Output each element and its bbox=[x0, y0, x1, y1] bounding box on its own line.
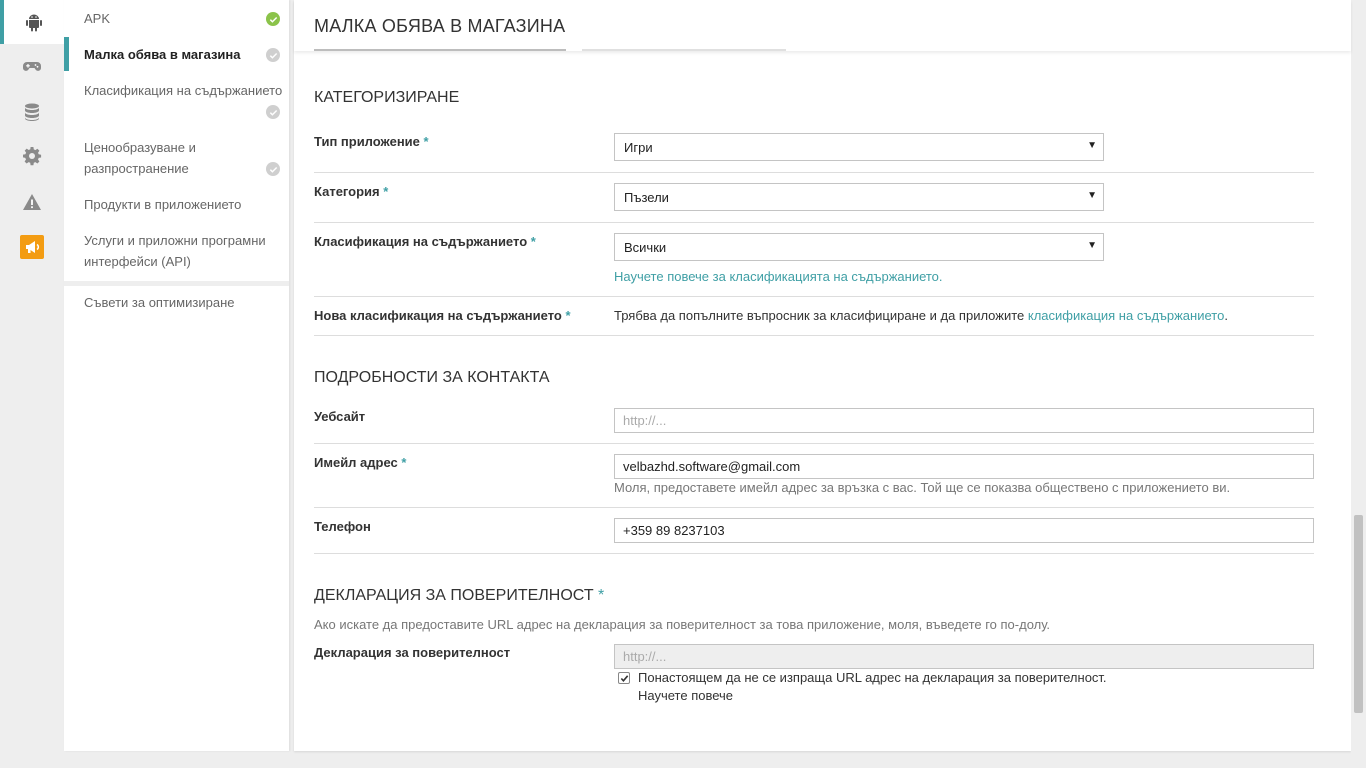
scrollbar-thumb[interactable] bbox=[1354, 515, 1363, 713]
no-privacy-url-checkbox[interactable] bbox=[618, 672, 630, 684]
rail-item-games[interactable] bbox=[0, 44, 64, 88]
app-type-label: Тип приложение * bbox=[314, 134, 429, 149]
store-presence-nav: APK Малка обява в магазина Класификация … bbox=[64, 0, 289, 751]
nav-divider bbox=[64, 281, 289, 286]
phone-input[interactable] bbox=[614, 518, 1314, 543]
row-divider bbox=[314, 443, 1314, 444]
language-tab-underline bbox=[314, 49, 566, 51]
new-content-rating-label: Нова класификация на съдържанието * bbox=[314, 308, 571, 323]
row-divider bbox=[314, 507, 1314, 508]
row-divider bbox=[314, 222, 1314, 223]
subnav-item-optimization-tips[interactable]: Съвети за оптимизиране bbox=[64, 292, 289, 313]
row-divider bbox=[314, 553, 1314, 554]
language-tab-underline bbox=[582, 49, 786, 51]
content-rating-value: Всички bbox=[624, 240, 667, 255]
subnav-item-apk[interactable]: APK bbox=[64, 8, 289, 29]
section-title-privacy: ДЕКЛАРАЦИЯ ЗА ПОВЕРИТЕЛНОСТ * bbox=[314, 587, 605, 604]
privacy-policy-label: Декларация за поверителност bbox=[314, 645, 511, 660]
page-header: МАЛКА ОБЯВА В МАГАЗИНА bbox=[294, 0, 1351, 51]
no-privacy-url-label: Понастоящем да не се изпраща URL адрес н… bbox=[638, 670, 1107, 685]
subnav-item-in-app-products[interactable]: Продукти в приложението bbox=[64, 194, 289, 215]
section-title-categorization: КАТЕГОРИЗИРАНЕ bbox=[314, 89, 460, 106]
privacy-learn-more-link[interactable]: Научете повече bbox=[638, 688, 733, 703]
subnav-item-label: Ценообразуване и разпространение bbox=[84, 140, 196, 176]
subnav-item-services-apis[interactable]: Услуги и приложни програмни интерфейси (… bbox=[64, 230, 289, 272]
icon-rail bbox=[0, 0, 64, 768]
gear-icon bbox=[23, 147, 42, 166]
content-rating-select[interactable]: Всички ▼ bbox=[614, 233, 1104, 261]
row-divider bbox=[314, 172, 1314, 173]
pending-check-icon bbox=[266, 48, 280, 62]
phone-label: Телефон bbox=[314, 519, 371, 534]
website-input[interactable] bbox=[614, 408, 1314, 433]
subnav-item-store-listing[interactable]: Малка обява в магазина bbox=[64, 37, 289, 71]
android-icon bbox=[26, 14, 42, 32]
category-select[interactable]: Пъзели ▼ bbox=[614, 183, 1104, 211]
page-scrollbar[interactable] bbox=[1351, 0, 1366, 768]
subnav-item-label: APK bbox=[84, 11, 111, 26]
subnav-item-content-rating[interactable]: Класификация на съдържанието bbox=[64, 80, 289, 101]
main-panel: МАЛКА ОБЯВА В МАГАЗИНА КАТЕГОРИЗИРАНЕ Ти… bbox=[294, 0, 1351, 751]
complete-check-icon bbox=[266, 12, 280, 26]
rail-item-settings[interactable] bbox=[0, 134, 64, 178]
section-title-contact: ПОДРОБНОСТИ ЗА КОНТАКТА bbox=[314, 369, 550, 386]
subnav-item-label: Съвети за оптимизиране bbox=[84, 295, 235, 310]
gamepad-icon bbox=[23, 62, 41, 71]
new-content-rating-text: Трябва да попълните въпросник за класифи… bbox=[614, 308, 1228, 323]
subnav-item-pricing[interactable]: Ценообразуване и разпространение bbox=[64, 137, 249, 179]
app-type-value: Игри bbox=[624, 140, 653, 155]
content-rating-link[interactable]: класификация на съдържанието bbox=[1028, 308, 1224, 323]
dropdown-arrow-icon: ▼ bbox=[1087, 240, 1097, 251]
app-type-select[interactable]: Игри ▼ bbox=[614, 133, 1104, 161]
checkmark-icon bbox=[620, 675, 629, 682]
pending-check-icon bbox=[266, 105, 280, 119]
content-rating-label: Класификация на съдържанието * bbox=[314, 234, 536, 249]
rail-item-apps[interactable] bbox=[0, 0, 64, 44]
privacy-policy-input[interactable] bbox=[614, 644, 1314, 669]
subnav-item-label: Малка обява в магазина bbox=[84, 47, 241, 62]
rail-item-promotions[interactable] bbox=[0, 225, 64, 269]
warning-icon bbox=[23, 194, 41, 210]
dropdown-arrow-icon: ▼ bbox=[1087, 190, 1097, 201]
subnav-item-label: Класификация на съдържанието bbox=[84, 83, 283, 98]
row-divider bbox=[314, 335, 1314, 336]
category-label: Категория * bbox=[314, 184, 389, 199]
row-divider bbox=[314, 296, 1314, 297]
rail-item-alerts[interactable] bbox=[0, 180, 64, 224]
website-label: Уебсайт bbox=[314, 409, 366, 424]
category-value: Пъзели bbox=[624, 190, 669, 205]
page-title: МАЛКА ОБЯВА В МАГАЗИНА bbox=[314, 16, 566, 36]
content-rating-learn-more-link[interactable]: Научете повече за класификацията на съдъ… bbox=[614, 269, 943, 284]
email-input[interactable] bbox=[614, 454, 1314, 479]
subnav-item-label: Услуги и приложни програмни интерфейси (… bbox=[84, 233, 266, 269]
subnav-item-label: Продукти в приложението bbox=[84, 197, 242, 212]
database-icon bbox=[25, 103, 39, 121]
email-help-text: Моля, предоставете имейл адрес за връзка… bbox=[614, 480, 1231, 495]
rail-item-data[interactable] bbox=[0, 90, 64, 134]
email-label: Имейл адрес * bbox=[314, 455, 407, 470]
megaphone-icon bbox=[20, 235, 44, 259]
dropdown-arrow-icon: ▼ bbox=[1087, 140, 1097, 151]
pending-check-icon bbox=[266, 162, 280, 176]
privacy-description: Ако искате да предоставите URL адрес на … bbox=[314, 617, 1051, 632]
